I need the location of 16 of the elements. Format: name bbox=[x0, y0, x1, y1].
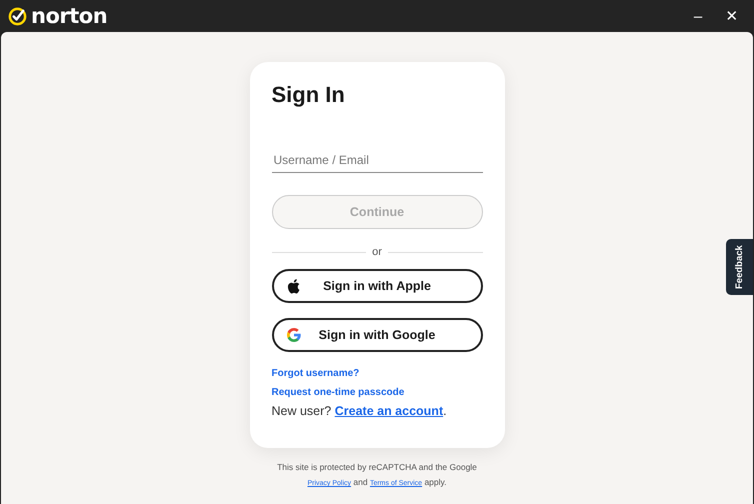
page-title: Sign In bbox=[272, 82, 346, 108]
check-circle-icon bbox=[8, 6, 27, 26]
new-user-text: New user? Create an account. bbox=[272, 404, 448, 418]
feedback-tab[interactable]: Feedback bbox=[726, 239, 753, 295]
apple-icon bbox=[286, 279, 300, 294]
google-icon bbox=[286, 328, 300, 342]
close-button[interactable]: ✕ bbox=[718, 2, 746, 30]
text-link[interactable]: Forgot username? bbox=[272, 368, 360, 379]
divider-text: or bbox=[372, 246, 382, 258]
create-account-link[interactable]: Create an account bbox=[334, 404, 444, 418]
minimize-button[interactable]: – bbox=[684, 2, 712, 30]
provider-sign-in-button[interactable]: Sign in with Apple bbox=[272, 269, 482, 303]
provider-sign-in-button[interactable]: Sign in with Google bbox=[272, 318, 482, 352]
text-link[interactable]: Request one-time passcode bbox=[272, 387, 404, 398]
brand-name: norton bbox=[31, 4, 108, 28]
recaptcha-notice: This site is protected by reCAPTCHA and the Google bbox=[277, 462, 477, 472]
